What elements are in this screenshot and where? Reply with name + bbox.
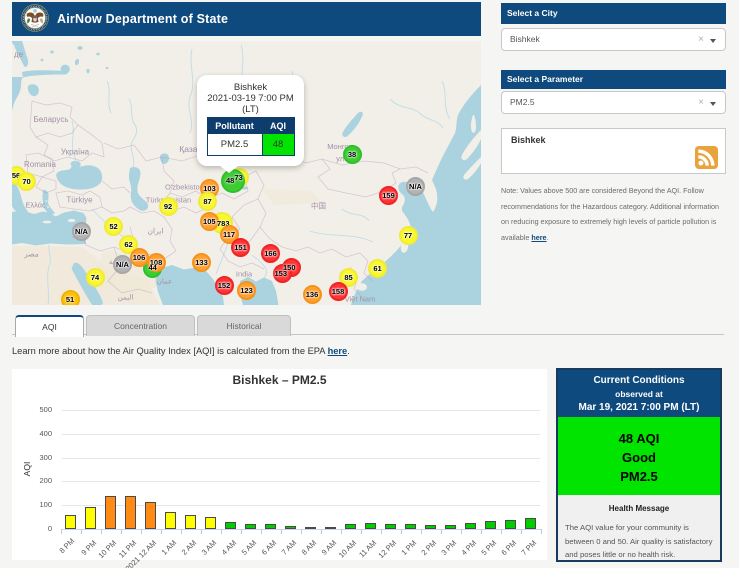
svg-text:де: де — [14, 50, 24, 59]
svg-text:India: India — [236, 270, 253, 279]
svg-text:中国: 中国 — [311, 201, 326, 211]
svg-text:Türkiye: Türkiye — [66, 196, 93, 205]
svg-text:Україна: Україна — [61, 148, 90, 157]
svg-text:Việt Nam: Việt Nam — [345, 295, 376, 304]
svg-text:اليمن: اليمن — [118, 294, 134, 302]
svg-text:Беларусь: Беларусь — [34, 115, 69, 124]
svg-text:O'zbekiston: O'zbekiston — [165, 183, 204, 192]
svg-text:ایران: ایران — [148, 227, 164, 236]
svg-text:مصر: مصر — [23, 250, 39, 259]
svg-text:عمان: عمان — [157, 278, 173, 286]
svg-text:Romania: Romania — [24, 160, 57, 169]
svg-text:Ελλάς: Ελλάς — [25, 201, 46, 210]
